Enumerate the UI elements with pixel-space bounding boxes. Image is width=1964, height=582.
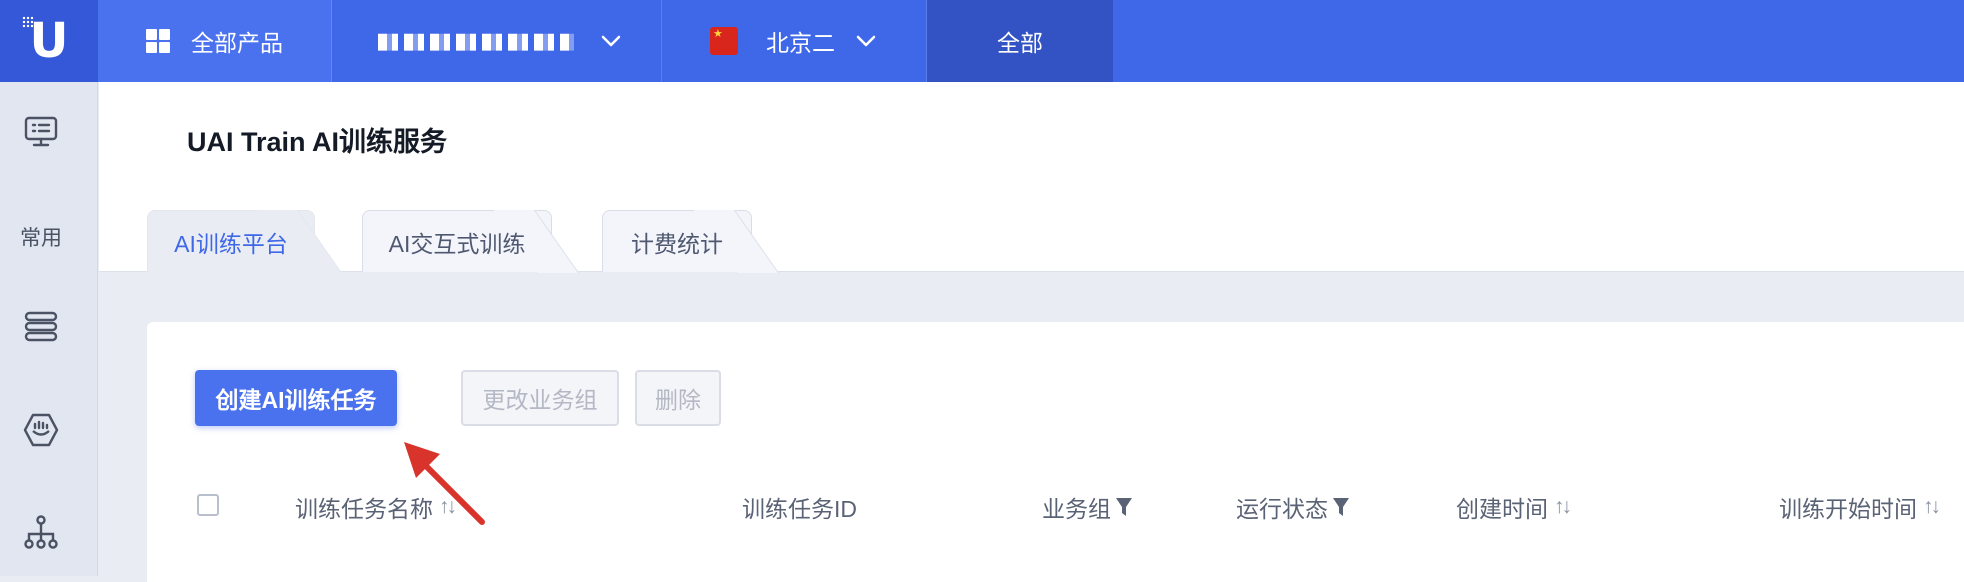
hexagon-logo-icon[interactable] — [21, 410, 61, 450]
sort-icon[interactable]: ↑↓ — [1923, 495, 1941, 519]
top-navigation-bar: U 全部产品 ★ 北京二 全部 — [0, 0, 1964, 82]
select-all-checkbox[interactable] — [197, 494, 219, 516]
project-selector[interactable] — [332, 0, 662, 82]
brand-logo[interactable]: U — [0, 0, 98, 82]
chevron-down-icon — [855, 30, 877, 52]
tab-ai-training-platform[interactable]: AI训练平台 — [147, 210, 315, 272]
column-run-status[interactable]: 运行状态 — [1236, 490, 1350, 524]
page-header: UAI Train AI训练服务 AI训练平台 AI交互式训练 计费统计 — [99, 82, 1964, 272]
grid-icon — [146, 29, 170, 53]
masked-project-name — [378, 33, 574, 51]
delete-button[interactable]: 删除 — [635, 370, 721, 426]
left-sidebar: 常用 — [0, 82, 98, 576]
logo-dots — [22, 16, 34, 28]
filter-icon[interactable] — [1115, 496, 1133, 518]
sort-icon[interactable]: ↑↓ — [1554, 495, 1572, 519]
scope-label: 全部 — [997, 30, 1043, 56]
china-flag-icon: ★ — [710, 27, 738, 55]
all-products-menu[interactable]: 全部产品 — [98, 0, 332, 82]
column-business-group[interactable]: 业务组 — [1042, 490, 1133, 524]
stack-icon[interactable] — [21, 306, 61, 346]
logo-letter: U — [29, 13, 69, 69]
column-created-time[interactable]: 创建时间 ↑↓ — [1456, 490, 1572, 524]
sidebar-frequent-label[interactable]: 常用 — [20, 222, 62, 252]
change-business-group-button[interactable]: 更改业务组 — [461, 370, 619, 426]
annotation-arrow-icon — [404, 442, 485, 525]
monitor-list-icon[interactable] — [21, 112, 61, 152]
filter-icon[interactable] — [1332, 496, 1350, 518]
create-training-task-button[interactable]: 创建AI训练任务 — [195, 370, 397, 426]
page-title: UAI Train AI训练服务 — [187, 127, 448, 157]
tab-ai-interactive-training[interactable]: AI交互式训练 — [362, 210, 552, 272]
column-training-start-time[interactable]: 训练开始时间 ↑↓ — [1779, 490, 1941, 524]
scope-selector[interactable]: 全部 — [927, 0, 1113, 82]
tab-billing-statistics[interactable]: 计费统计 — [602, 210, 752, 272]
org-tree-icon[interactable] — [21, 512, 61, 552]
column-task-id: 训练任务ID — [742, 496, 857, 522]
chevron-down-icon — [600, 30, 622, 52]
region-selector[interactable]: ★ 北京二 — [662, 0, 927, 82]
main-content: UAI Train AI训练服务 AI训练平台 AI交互式训练 计费统计 创建A… — [99, 82, 1964, 582]
all-products-label: 全部产品 — [191, 30, 283, 56]
region-label: 北京二 — [766, 30, 835, 56]
